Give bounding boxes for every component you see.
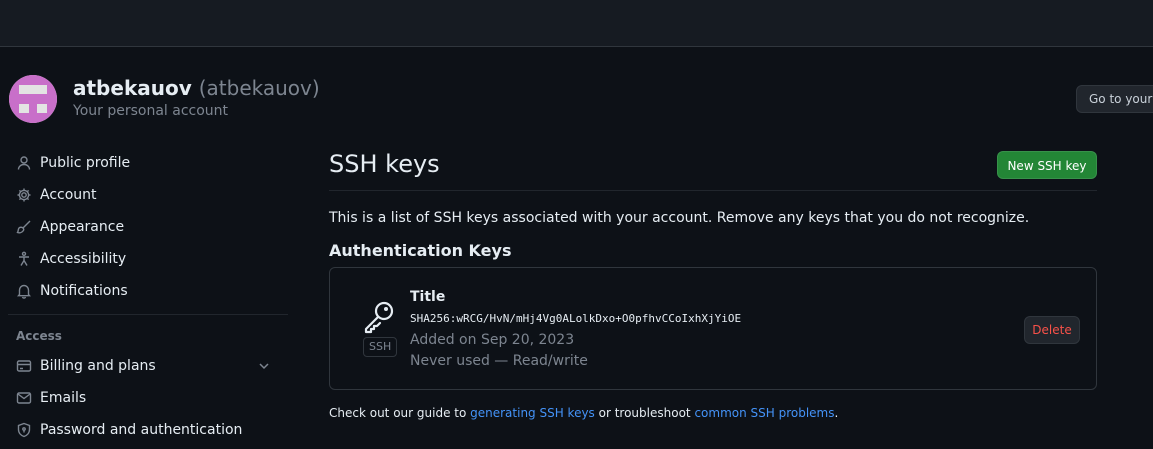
sidebar-divider bbox=[8, 314, 288, 315]
ssh-badge: SSH bbox=[363, 337, 398, 357]
sidebar-item-label: Public profile bbox=[40, 155, 131, 171]
footer-note: Check out our guide to generating SSH ke… bbox=[329, 406, 838, 420]
footer-prefix: Check out our guide to bbox=[329, 406, 471, 420]
intro-text: This is a list of SSH keys associated wi… bbox=[329, 210, 1030, 226]
sidebar-item-label: Accessibility bbox=[40, 251, 127, 267]
title-divider bbox=[329, 190, 1097, 191]
sidebar-item-password-authentication[interactable]: Password and authentication bbox=[0, 414, 290, 446]
key-title: Title bbox=[410, 289, 446, 305]
chevron-down-icon[interactable] bbox=[256, 358, 272, 374]
shield-lock-icon bbox=[16, 422, 32, 438]
page-title: SSH keys bbox=[329, 150, 440, 178]
person-icon bbox=[16, 155, 32, 171]
account-login: (atbekauov) bbox=[198, 76, 320, 100]
sidebar-item-emails[interactable]: Emails bbox=[0, 382, 290, 414]
ssh-key-item: SSH Title SHA256:wRCG/HvN/mHj4Vg0ALolkDx… bbox=[329, 267, 1097, 390]
sidebar-heading-access: Access bbox=[16, 329, 62, 343]
generating-ssh-keys-link[interactable]: generating SSH keys bbox=[470, 406, 595, 420]
credit-card-icon bbox=[16, 358, 32, 374]
account-name[interactable]: atbekauov (atbekauov) bbox=[73, 76, 320, 100]
delete-key-button[interactable]: Delete bbox=[1024, 316, 1080, 344]
settings-sidebar: Public profile Account Appearance Access… bbox=[0, 147, 290, 446]
sidebar-item-appearance[interactable]: Appearance bbox=[0, 211, 290, 243]
key-fingerprint: SHA256:wRCG/HvN/mHj4Vg0ALolkDxo+O0pfhvCC… bbox=[410, 312, 742, 325]
footer-suffix: . bbox=[834, 406, 839, 420]
sidebar-item-accessibility[interactable]: Accessibility bbox=[0, 243, 290, 275]
header-bar bbox=[0, 0, 1153, 47]
sidebar-item-notifications[interactable]: Notifications bbox=[0, 275, 290, 307]
key-icon bbox=[362, 300, 396, 334]
common-ssh-problems-link[interactable]: common SSH problems bbox=[694, 406, 834, 420]
sidebar-item-label: Billing and plans bbox=[40, 358, 156, 374]
gear-icon bbox=[16, 187, 32, 203]
sidebar-item-billing[interactable]: Billing and plans bbox=[0, 350, 290, 382]
sidebar-item-label: Emails bbox=[40, 390, 87, 406]
go-to-profile-button[interactable]: Go to your bbox=[1076, 85, 1153, 113]
sidebar-item-label: Account bbox=[40, 187, 97, 203]
sidebar-item-account[interactable]: Account bbox=[0, 179, 290, 211]
paintbrush-icon bbox=[16, 219, 32, 235]
sidebar-item-public-profile[interactable]: Public profile bbox=[0, 147, 290, 179]
footer-middle: or troubleshoot bbox=[594, 406, 695, 420]
key-usage: Never used — Read/write bbox=[410, 353, 588, 369]
avatar[interactable] bbox=[9, 75, 57, 123]
bell-icon bbox=[16, 283, 32, 299]
section-heading-authentication-keys: Authentication Keys bbox=[329, 241, 512, 260]
account-subtitle: Your personal account bbox=[73, 103, 229, 119]
sidebar-item-label: Notifications bbox=[40, 283, 128, 299]
accessibility-icon bbox=[16, 251, 32, 267]
sidebar-item-label: Password and authentication bbox=[40, 422, 243, 438]
display-name: atbekauov bbox=[73, 76, 192, 100]
mail-icon bbox=[16, 390, 32, 406]
sidebar-item-label: Appearance bbox=[40, 219, 125, 235]
new-ssh-key-button[interactable]: New SSH key bbox=[997, 151, 1097, 179]
key-added-date: Added on Sep 20, 2023 bbox=[410, 332, 575, 348]
